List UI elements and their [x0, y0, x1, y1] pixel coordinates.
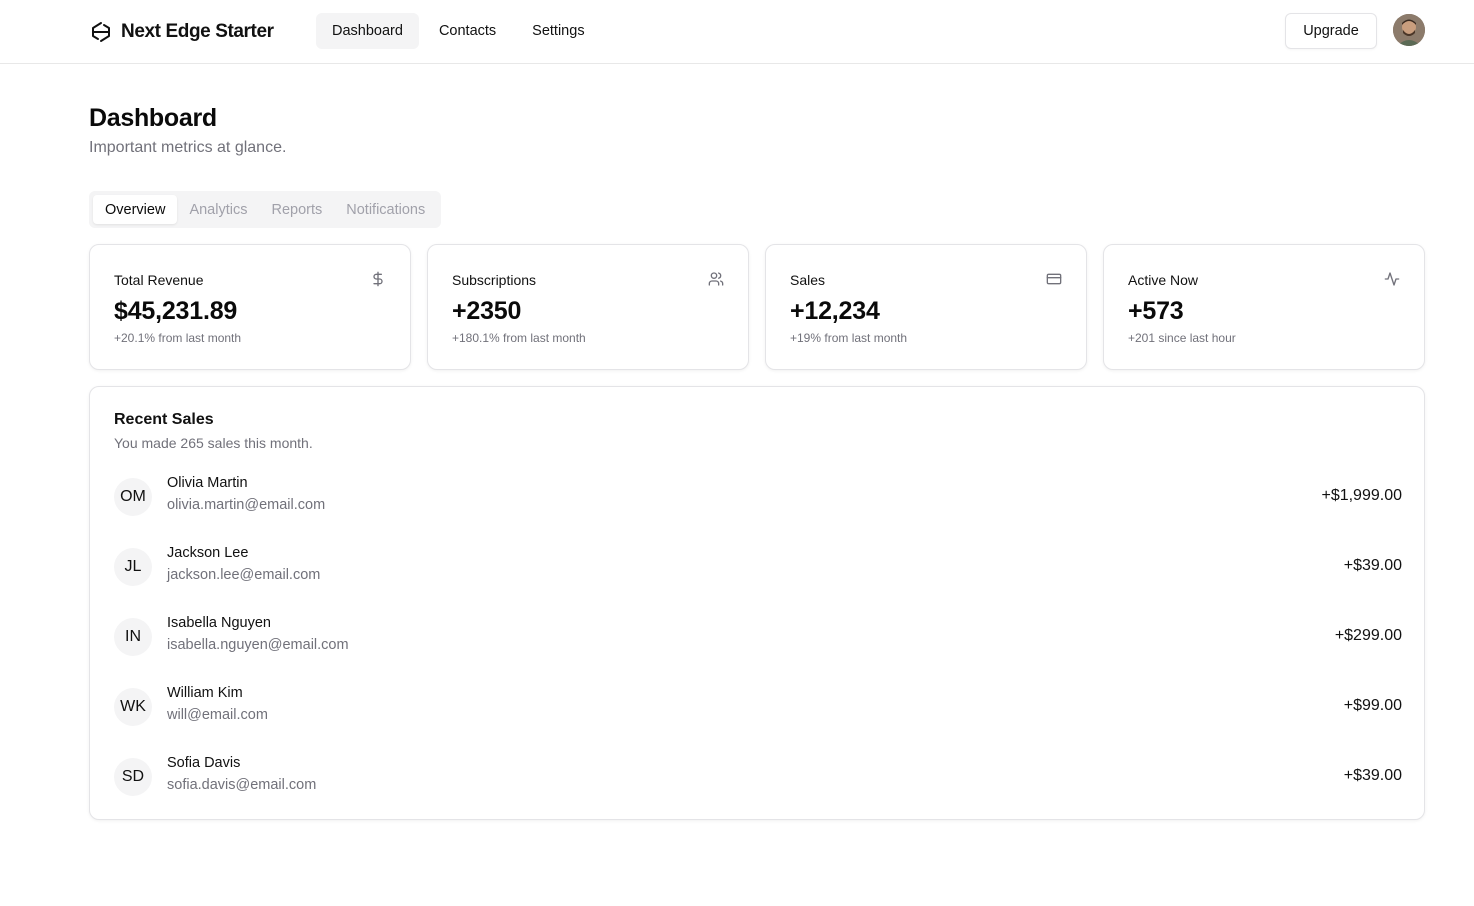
nav-settings[interactable]: Settings [516, 13, 600, 49]
sale-amount: +$39.00 [1343, 557, 1402, 574]
brand-name: Next Edge Starter [121, 21, 274, 42]
card-note: +201 since last hour [1128, 331, 1236, 345]
nav-contacts[interactable]: Contacts [423, 13, 512, 49]
card-value: +12,234 [790, 297, 880, 325]
tab-overview[interactable]: Overview [93, 195, 178, 224]
sale-name: Olivia Martin [167, 475, 248, 491]
card-value: +573 [1128, 297, 1184, 325]
sale-amount: +$299.00 [1334, 627, 1402, 644]
tab-notifications[interactable]: Notifications [334, 195, 437, 224]
avatar: JL [114, 548, 152, 586]
sale-email: isabella.nguyen@email.com [167, 637, 349, 653]
card-subscriptions: Subscriptions +2350 +180.1% from last mo… [427, 244, 749, 370]
main-nav: Dashboard Contacts Settings [316, 13, 601, 49]
sale-email: sofia.davis@email.com [167, 777, 317, 793]
card-title: Subscriptions [452, 272, 537, 288]
sale-name: William Kim [167, 685, 243, 701]
sale-row: JL Jackson Lee jackson.lee@email.com +$3… [114, 545, 1402, 589]
sale-amount: +$39.00 [1343, 767, 1402, 784]
user-avatar-image [1393, 14, 1425, 46]
card-value: +2350 [452, 297, 522, 325]
card-active-now: Active Now +573 +201 since last hour [1103, 244, 1425, 370]
avatar: WK [114, 688, 152, 726]
sale-name: Sofia Davis [167, 755, 241, 771]
page-subtitle: Important metrics at glance. [89, 139, 287, 156]
avatar: IN [114, 618, 152, 656]
brand[interactable]: Next Edge Starter [89, 17, 274, 47]
card-total-revenue: Total Revenue $45,231.89 +20.1% from las… [89, 244, 411, 370]
card-title: Sales [790, 272, 826, 288]
users-icon [708, 272, 724, 286]
logo-icon [92, 22, 110, 42]
sale-row: SD Sofia Davis sofia.davis@email.com +$3… [114, 755, 1402, 799]
sale-email: will@email.com [167, 707, 268, 723]
sale-name: Isabella Nguyen [167, 615, 271, 631]
card-value: $45,231.89 [114, 297, 238, 325]
metric-cards: Total Revenue $45,231.89 +20.1% from las… [89, 244, 1425, 370]
sale-email: olivia.martin@email.com [167, 497, 326, 513]
recent-sales-card: Recent Sales You made 265 sales this mon… [89, 386, 1425, 820]
nav-dashboard[interactable]: Dashboard [316, 13, 419, 49]
tab-analytics[interactable]: Analytics [177, 195, 259, 224]
card-title: Active Now [1128, 272, 1199, 288]
card-sales: Sales +12,234 +19% from last month [765, 244, 1087, 370]
tab-reports[interactable]: Reports [259, 195, 334, 224]
activity-icon [1384, 272, 1400, 286]
sale-email: jackson.lee@email.com [167, 567, 321, 583]
page-title: Dashboard [89, 104, 217, 132]
sale-amount: +$1,999.00 [1321, 487, 1402, 504]
upgrade-button[interactable]: Upgrade [1285, 13, 1377, 49]
sale-amount: +$99.00 [1343, 697, 1402, 714]
card-note: +180.1% from last month [452, 331, 586, 345]
card-note: +19% from last month [790, 331, 908, 345]
credit-card-icon [1046, 273, 1062, 285]
recent-sales-subtitle: You made 265 sales this month. [114, 435, 313, 451]
avatar: SD [114, 758, 152, 796]
sale-row: IN Isabella Nguyen isabella.nguyen@email… [114, 615, 1402, 659]
avatar: OM [114, 478, 152, 516]
recent-sales-title: Recent Sales [114, 411, 214, 428]
sale-row: WK William Kim will@email.com +$99.00 [114, 685, 1402, 729]
dashboard-tabs: Overview Analytics Reports Notifications [89, 191, 442, 228]
user-avatar[interactable] [1393, 14, 1425, 46]
card-note: +20.1% from last month [114, 331, 242, 345]
top-navigation-bar: Next Edge Starter Dashboard Contacts Set… [0, 0, 1474, 64]
dollar-icon [373, 271, 383, 287]
sale-name: Jackson Lee [167, 545, 249, 561]
sale-row: OM Olivia Martin olivia.martin@email.com… [114, 475, 1402, 519]
card-title: Total Revenue [114, 272, 204, 288]
